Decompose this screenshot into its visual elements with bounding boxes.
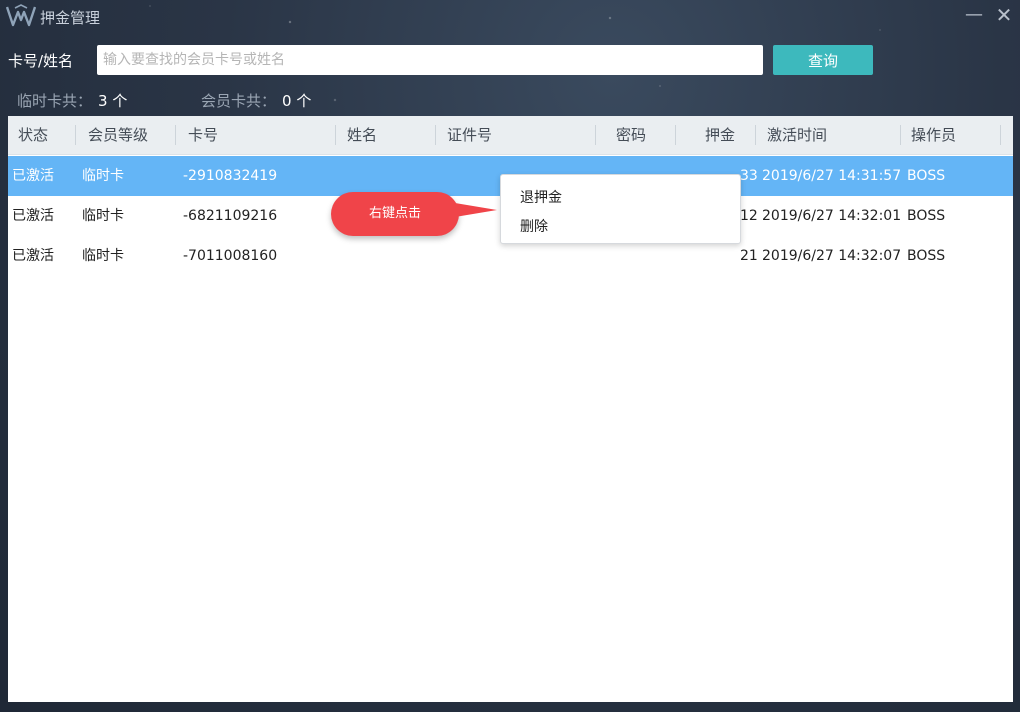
cell-activated: 2019/6/27 14:32:07 bbox=[762, 248, 902, 264]
menu-item-delete[interactable]: 删除 bbox=[520, 216, 548, 236]
column-header-id-number[interactable]: 证件号 bbox=[447, 116, 492, 154]
context-menu: 退押金 删除 bbox=[500, 174, 741, 244]
cell-status: 已激活 bbox=[12, 168, 54, 184]
member-card-count: 会员卡共： 0 个 bbox=[201, 90, 311, 111]
search-input[interactable] bbox=[97, 45, 763, 75]
column-header-password[interactable]: 密码 bbox=[616, 116, 646, 154]
column-divider[interactable] bbox=[900, 125, 901, 145]
cell-activated: 2019/6/27 14:32:01 bbox=[762, 208, 902, 224]
cell-level: 临时卡 bbox=[82, 248, 124, 264]
column-divider[interactable] bbox=[675, 125, 676, 145]
column-divider[interactable] bbox=[755, 125, 756, 145]
cell-deposit: 33 bbox=[740, 168, 758, 184]
temp-card-count-value: 3 个 bbox=[98, 92, 128, 110]
callout-pointer bbox=[455, 203, 497, 217]
table-header: 状态 会员等级 卡号 姓名 证件号 密码 押金 激活时间 操作员 bbox=[8, 116, 1013, 155]
column-divider[interactable] bbox=[1000, 125, 1001, 145]
temp-card-count-label: 临时卡共： bbox=[17, 92, 93, 110]
cell-deposit: 21 bbox=[740, 248, 758, 264]
cell-deposit: 12 bbox=[740, 208, 758, 224]
column-divider[interactable] bbox=[335, 125, 336, 145]
member-card-count-value: 0 个 bbox=[282, 92, 312, 110]
cell-status: 已激活 bbox=[12, 248, 54, 264]
column-divider[interactable] bbox=[175, 125, 176, 145]
menu-item-refund-deposit[interactable]: 退押金 bbox=[520, 187, 562, 207]
cell-status: 已激活 bbox=[12, 208, 54, 224]
minimize-button[interactable]: — bbox=[963, 4, 985, 26]
column-header-deposit[interactable]: 押金 bbox=[705, 116, 735, 154]
cell-operator: BOSS bbox=[907, 208, 946, 224]
search-button[interactable]: 查询 bbox=[773, 45, 873, 75]
window-title: 押金管理 bbox=[40, 9, 101, 27]
cell-activated: 2019/6/27 14:31:57 bbox=[762, 168, 902, 184]
column-header-name[interactable]: 姓名 bbox=[347, 116, 377, 154]
column-divider[interactable] bbox=[435, 125, 436, 145]
column-header-level[interactable]: 会员等级 bbox=[88, 116, 148, 154]
right-click-callout: 右键点击 bbox=[331, 192, 459, 236]
column-divider[interactable] bbox=[595, 125, 596, 145]
column-header-operator[interactable]: 操作员 bbox=[911, 116, 956, 154]
temp-card-count: 临时卡共： 3 个 bbox=[17, 90, 127, 111]
member-card-count-label: 会员卡共： bbox=[201, 92, 277, 110]
cell-operator: BOSS bbox=[907, 168, 946, 184]
app-logo-icon bbox=[6, 4, 36, 27]
cell-operator: BOSS bbox=[907, 248, 946, 264]
cell-level: 临时卡 bbox=[82, 208, 124, 224]
column-header-activated[interactable]: 激活时间 bbox=[767, 116, 827, 154]
title-bar: 押金管理 — ✕ bbox=[0, 0, 1020, 34]
column-divider[interactable] bbox=[75, 125, 76, 145]
cell-card: -2910832419 bbox=[183, 168, 278, 184]
search-label: 卡号/姓名 bbox=[8, 52, 74, 70]
column-header-card[interactable]: 卡号 bbox=[188, 116, 218, 154]
cell-card: -6821109216 bbox=[183, 208, 278, 224]
column-header-status[interactable]: 状态 bbox=[18, 116, 48, 154]
cell-level: 临时卡 bbox=[82, 168, 124, 184]
close-button[interactable]: ✕ bbox=[993, 4, 1015, 26]
cell-card: -7011008160 bbox=[183, 248, 278, 264]
